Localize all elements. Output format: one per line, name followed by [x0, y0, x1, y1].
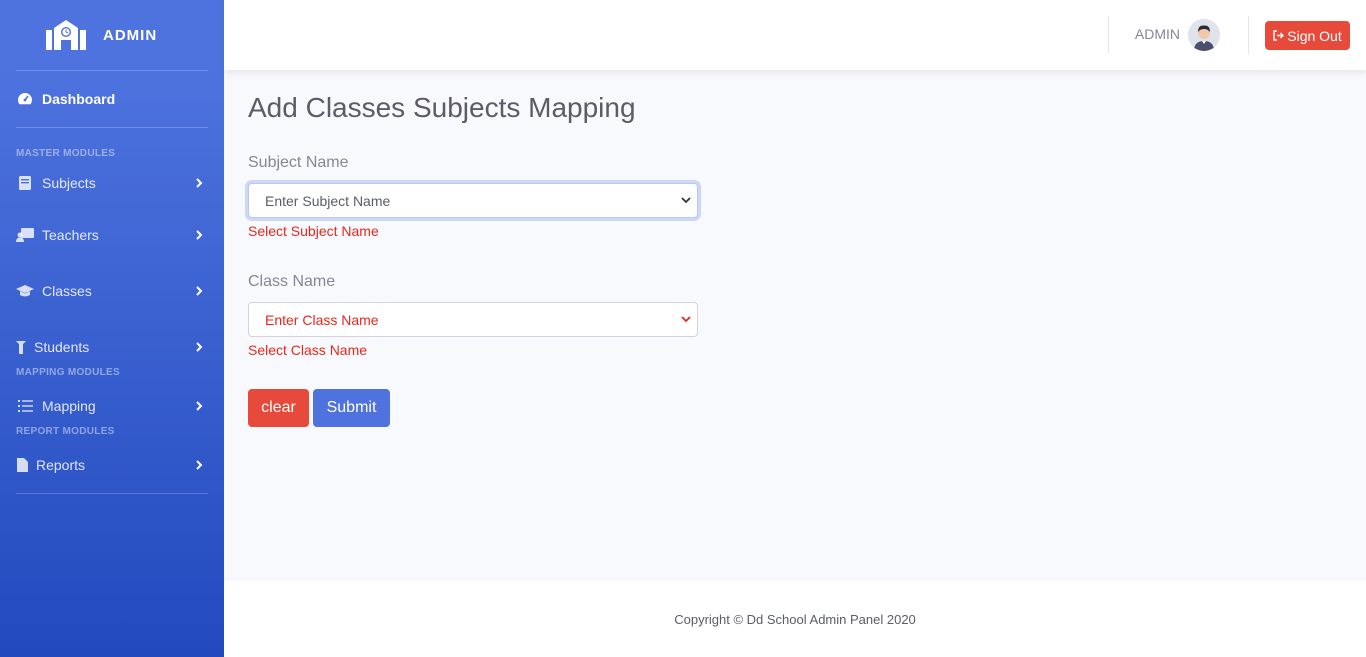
clear-button[interactable]: clear — [248, 389, 309, 427]
main-content: Add Classes Subjects Mapping Subject Nam… — [224, 70, 1366, 581]
page-title: Add Classes Subjects Mapping — [248, 92, 636, 123]
chalkboard-teacher-icon — [16, 228, 34, 242]
sidebar-item-label: Teachers — [42, 227, 99, 243]
list-icon — [16, 399, 34, 413]
school-icon — [44, 17, 88, 53]
chevron-right-icon — [196, 230, 203, 240]
sidebar-item-reports[interactable]: Reports — [0, 437, 224, 493]
class-name-label: Class Name — [248, 273, 336, 290]
book-icon — [16, 176, 34, 190]
chevron-right-icon — [196, 460, 203, 470]
footer: Copyright © Dd School Admin Panel 2020 — [224, 581, 1366, 657]
sign-out-icon — [1273, 30, 1285, 41]
sidebar-item-label: Mapping — [42, 398, 96, 414]
copyright-text: Copyright © Dd School Admin Panel 2020 — [674, 611, 916, 627]
brand-link[interactable]: ADMIN — [0, 0, 224, 70]
chevron-right-icon — [196, 342, 203, 352]
submit-button[interactable]: Submit — [313, 389, 390, 427]
topbar: ADMIN Sign Out — [224, 0, 1366, 70]
file-icon — [16, 458, 28, 472]
sidebar-heading-master: MASTER MODULES — [16, 148, 116, 159]
avatar[interactable] — [1188, 19, 1220, 51]
user-graduate-icon — [16, 340, 26, 354]
sidebar-heading-mapping: MAPPING MODULES — [16, 367, 120, 378]
user-name[interactable]: ADMIN — [1135, 26, 1180, 42]
chevron-down-icon — [681, 316, 691, 323]
chevron-right-icon — [196, 178, 203, 188]
topbar-divider — [1108, 16, 1109, 54]
tachometer-icon — [16, 92, 34, 106]
sidebar-item-label: Classes — [42, 283, 92, 299]
sidebar-divider — [16, 493, 208, 494]
sidebar-item-label: Dashboard — [42, 91, 116, 107]
subject-name-value: Enter Subject Name — [265, 192, 391, 209]
subject-name-select[interactable]: Enter Subject Name — [248, 183, 698, 218]
subject-name-error: Select Subject Name — [248, 223, 379, 239]
chevron-right-icon — [196, 286, 203, 296]
sidebar-item-teachers[interactable]: Teachers — [0, 207, 224, 263]
class-name-select[interactable]: Enter Class Name — [248, 302, 698, 337]
sign-out-label: Sign Out — [1287, 27, 1342, 44]
sidebar-item-subjects[interactable]: Subjects — [0, 159, 224, 207]
subject-name-label: Subject Name — [248, 154, 349, 171]
class-name-error: Select Class Name — [248, 342, 368, 358]
sidebar-item-label: Reports — [36, 457, 86, 473]
sidebar-item-dashboard[interactable]: Dashboard — [0, 71, 224, 127]
brand-name: ADMIN — [103, 26, 158, 44]
class-name-value: Enter Class Name — [265, 311, 379, 328]
sidebar-item-label: Students — [34, 339, 90, 355]
sidebar: ADMIN Dashboard MASTER MODULES Subjects … — [0, 0, 224, 657]
sidebar-heading-report: REPORT MODULES — [16, 426, 115, 437]
graduation-cap-icon — [16, 284, 34, 298]
sign-out-button[interactable]: Sign Out — [1265, 21, 1350, 50]
topbar-divider — [1248, 16, 1249, 54]
chevron-right-icon — [196, 401, 203, 411]
chevron-down-icon — [681, 197, 691, 204]
sidebar-item-label: Subjects — [42, 175, 96, 191]
sidebar-item-classes[interactable]: Classes — [0, 263, 224, 319]
